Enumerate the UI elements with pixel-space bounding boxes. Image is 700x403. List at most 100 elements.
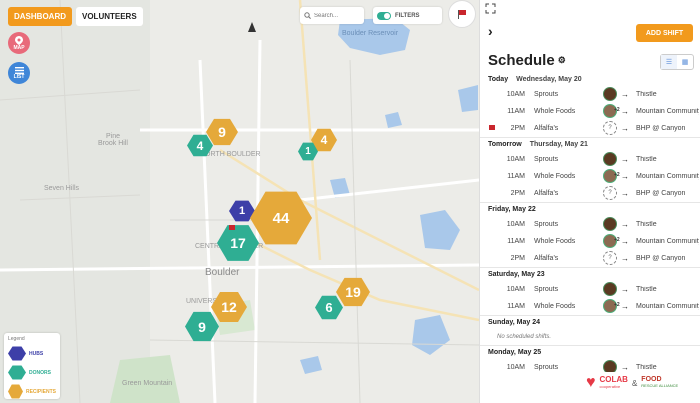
day-header: Saturday, May 23 bbox=[480, 267, 700, 281]
food-rescue-logo-subtext: RESCUE ALLIANCE bbox=[641, 383, 679, 388]
shift-recipient: Mountain Community bbox=[636, 173, 699, 180]
unassigned-volunteer-icon[interactable]: ? bbox=[603, 121, 617, 135]
search-input[interactable] bbox=[314, 12, 358, 19]
main-nav: DASHBOARD VOLUNTEERS bbox=[8, 7, 143, 26]
city-label-boulder: Boulder bbox=[205, 267, 240, 278]
partner-logos: ♥ COLAB cooperative & FOOD RESCUE ALLIAN… bbox=[586, 372, 698, 394]
map-view[interactable]: Boulder Pine Brook Hill Seven Hills Gree… bbox=[0, 0, 479, 403]
legend-label: RECIPIENTS bbox=[25, 388, 56, 395]
shift-recipient: Thistle bbox=[636, 364, 657, 371]
list-view-icon[interactable]: ☰ bbox=[661, 55, 677, 69]
arrow-right-icon: → bbox=[621, 220, 629, 229]
day-label: Sunday, May 24 bbox=[488, 319, 541, 326]
map-legend: Legend HUBS DONORS RECIPIENTS bbox=[4, 333, 60, 399]
flag-filter-button[interactable] bbox=[448, 0, 476, 28]
shift-donor: Whole Foods bbox=[534, 238, 576, 245]
donor-hex-icon bbox=[8, 365, 26, 380]
recipient-hex-icon bbox=[8, 384, 23, 399]
no-shifts-message: No scheduled shifts. bbox=[497, 334, 552, 340]
flag-icon bbox=[489, 125, 495, 130]
shift-row[interactable]: 2PM Alfalfa's? → BHP @ Canyon bbox=[480, 185, 700, 202]
arrow-right-icon: → bbox=[621, 107, 629, 116]
food-rescue-logo: FOOD RESCUE ALLIANCE bbox=[641, 376, 679, 389]
shift-time: 11AM bbox=[507, 173, 525, 180]
tab-dashboard[interactable]: DASHBOARD bbox=[8, 7, 72, 26]
place-label-seven-hills: Seven Hills bbox=[44, 185, 80, 192]
volunteer-avatar[interactable] bbox=[603, 87, 617, 101]
unassigned-volunteer-icon[interactable]: ? bbox=[603, 251, 617, 265]
filters-toggle[interactable] bbox=[377, 11, 391, 20]
list-icon bbox=[14, 66, 24, 74]
day-label: Friday, May 22 bbox=[488, 206, 536, 213]
day-header: Friday, May 22 bbox=[480, 202, 700, 216]
extra-volunteers-count: +2 bbox=[614, 172, 620, 178]
colab-logo-text: COLAB bbox=[599, 375, 628, 384]
page-title: Schedule ⚙ bbox=[488, 52, 566, 69]
arrow-right-icon: → bbox=[621, 90, 629, 99]
shift-donor: Sprouts bbox=[534, 156, 559, 163]
view-toggle: ☰ ▦ bbox=[660, 54, 694, 70]
expand-icon[interactable] bbox=[485, 3, 497, 15]
place-label-boulder-reservoir: Boulder Reservoir bbox=[342, 30, 399, 37]
map-pin-icon bbox=[15, 35, 23, 45]
shift-donor: Alfalfa's bbox=[534, 190, 559, 197]
shift-time: 10AM bbox=[506, 286, 525, 293]
shift-recipient: BHP @ Canyon bbox=[636, 255, 686, 262]
shift-row[interactable]: 11AM Whole Foods +2 → Mountain Community bbox=[480, 103, 700, 120]
shift-row[interactable]: 10AM Sprouts → Thistle bbox=[480, 151, 700, 168]
shift-donor: Whole Foods bbox=[534, 173, 576, 180]
collapse-panel-chevron-icon[interactable]: › bbox=[488, 23, 493, 39]
legend-title: Legend bbox=[8, 336, 25, 342]
shift-time: 2PM bbox=[510, 190, 525, 197]
shift-recipient: Mountain Community bbox=[636, 303, 699, 310]
legend-item-donors: DONORS bbox=[8, 363, 56, 382]
extra-volunteers-count: +2 bbox=[614, 237, 620, 243]
compass-icon bbox=[248, 22, 256, 32]
volunteer-avatar[interactable] bbox=[603, 217, 617, 231]
legend-item-recipients: RECIPIENTS bbox=[8, 382, 56, 401]
unassigned-volunteer-icon[interactable]: ? bbox=[603, 186, 617, 200]
schedule-panel: › ADD SHIFT Schedule ⚙ ☰ ▦ Today Wednesda… bbox=[479, 0, 700, 403]
shift-recipient: Thistle bbox=[636, 156, 657, 163]
shift-row[interactable]: 11AM Whole Foods +2 → Mountain Community bbox=[480, 233, 700, 250]
search-box[interactable] bbox=[300, 7, 364, 24]
day-header: Today Wednesday, May 20 bbox=[480, 72, 700, 86]
flag-icon bbox=[229, 225, 235, 230]
shift-time: 11AM bbox=[507, 108, 525, 115]
arrow-right-icon: → bbox=[621, 172, 629, 181]
list-button-label: LIST bbox=[13, 73, 25, 80]
shift-time: 10AM bbox=[506, 221, 525, 228]
shift-recipient: Thistle bbox=[636, 286, 657, 293]
shift-row[interactable]: 11AM Whole Foods +2 → Mountain Community bbox=[480, 168, 700, 185]
shift-row[interactable]: 2PM Alfalfa's? → BHP @ Canyon bbox=[480, 120, 700, 137]
volunteer-avatar[interactable] bbox=[603, 152, 617, 166]
day-label: Today bbox=[488, 75, 509, 83]
calendar-view-icon[interactable]: ▦ bbox=[677, 55, 693, 69]
gear-icon[interactable]: ⚙ bbox=[558, 55, 566, 66]
shift-row[interactable]: 10AM Sprouts → Thistle bbox=[480, 86, 700, 103]
volunteer-avatar[interactable] bbox=[603, 282, 617, 296]
tab-volunteers[interactable]: VOLUNTEERS bbox=[76, 7, 143, 26]
add-shift-button[interactable]: ADD SHIFT bbox=[636, 24, 693, 42]
map-view-button[interactable]: MAP bbox=[8, 32, 30, 54]
schedule-title: Schedule bbox=[488, 52, 555, 69]
shift-time: 11AM bbox=[507, 303, 525, 310]
shift-recipient: Mountain Community bbox=[636, 238, 699, 245]
extra-volunteers-count: +2 bbox=[614, 107, 620, 113]
shift-row[interactable]: 11AM Whole Foods +2 → Mountain Community bbox=[480, 298, 700, 315]
shift-time: 10AM bbox=[506, 91, 525, 98]
shift-row[interactable]: 10AM Sprouts → Thistle bbox=[480, 216, 700, 233]
day-label: Tomorrow bbox=[488, 141, 522, 148]
filters-control[interactable]: FILTERS bbox=[373, 7, 442, 24]
shift-row[interactable]: 2PM Alfalfa's? → BHP @ Canyon bbox=[480, 250, 700, 267]
legend-label: HUBS bbox=[29, 350, 44, 357]
extra-volunteers-count: +2 bbox=[614, 302, 620, 308]
shift-donor: Alfalfa's bbox=[534, 125, 559, 132]
shift-recipient: Mountain Community bbox=[636, 108, 699, 115]
list-view-button[interactable]: LIST bbox=[8, 62, 30, 84]
shift-time: 10AM bbox=[506, 156, 525, 163]
shift-donor: Sprouts bbox=[534, 221, 559, 228]
day-header: Monday, May 25 bbox=[480, 345, 700, 359]
arrow-right-icon: → bbox=[621, 237, 629, 246]
shift-row[interactable]: 10AM Sprouts → Thistle bbox=[480, 281, 700, 298]
